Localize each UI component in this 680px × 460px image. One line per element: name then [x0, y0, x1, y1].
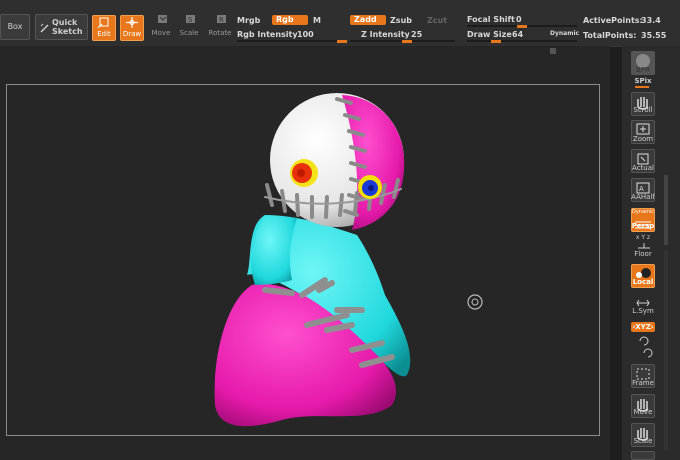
draw-size-label: Draw Size — [467, 30, 512, 39]
lsym-label: L.Sym — [632, 307, 654, 315]
z-intensity-slider[interactable] — [350, 39, 455, 43]
quick-sketch-label: Quick Sketch — [52, 18, 83, 36]
move-tool-label: Move — [151, 29, 171, 37]
persp-dynamic-label: Dynamic — [632, 209, 655, 215]
strip-marker-icon — [550, 48, 556, 54]
draw-icon — [126, 17, 138, 28]
z-intensity-value: 25 — [411, 30, 423, 39]
draw-size-slider[interactable] — [467, 39, 577, 43]
top-toolbar: Box Quick Sketch Edit Draw Move S Scale — [0, 0, 680, 47]
scroll-label: Scroll — [633, 106, 653, 114]
svg-text:R: R — [219, 16, 224, 24]
spix-label: SPix — [634, 77, 652, 85]
rgb-intensity-value: 100 — [297, 30, 314, 39]
persp-label: Persp — [631, 222, 655, 230]
bpr-label: BPR — [636, 66, 650, 74]
move-tool-button[interactable]: Move — [148, 15, 174, 41]
viewport-frame[interactable] — [6, 84, 600, 436]
local-label: Local — [632, 278, 654, 286]
scale-tool-button[interactable]: S Scale — [176, 15, 202, 41]
m-toggle[interactable]: M — [313, 16, 321, 25]
focal-shift-slider[interactable] — [467, 24, 577, 28]
right-shelf: BPR SPix Scroll Zoom Actual A AAHalf Dyn… — [622, 46, 680, 460]
z-intensity-label: Z Intensity — [361, 30, 410, 39]
actual-label: Actual — [632, 164, 654, 172]
frame-label: Frame — [632, 379, 654, 387]
svg-text:A: A — [639, 185, 644, 193]
rotate-tool-button[interactable]: R Rotate — [206, 15, 234, 41]
edit-icon — [97, 17, 109, 29]
edit-button[interactable]: Edit — [92, 15, 116, 41]
rotate-tool-label: Rotate — [208, 29, 232, 37]
rotate-view-button[interactable] — [631, 451, 655, 460]
move-view-label: Move — [633, 408, 653, 416]
scale-icon: S — [186, 15, 195, 24]
zsub-toggle[interactable]: Zsub — [390, 16, 412, 25]
panel-scrollbar[interactable] — [664, 175, 668, 245]
zcut-toggle[interactable]: Zcut — [427, 16, 447, 25]
spix-slider[interactable] — [635, 86, 649, 88]
active-points-label: ActivePoints: — [583, 16, 643, 25]
rgb-intensity-label: Rgb Intensity — [237, 30, 298, 39]
floor-label: Floor — [634, 250, 652, 258]
aahalf-label: AAHalf — [631, 193, 655, 201]
total-points-label: TotalPoints: — [583, 31, 637, 40]
edit-label: Edit — [97, 30, 111, 38]
secondary-strip — [0, 46, 610, 56]
floor-axis-label: x Y z — [635, 234, 651, 241]
y-rotate-icon[interactable] — [637, 336, 649, 346]
scale-view-label: Scale — [633, 437, 653, 445]
xyz-rotation-toggle[interactable]: ‹XYZ› — [631, 322, 655, 332]
draw-size-knob[interactable] — [491, 39, 501, 43]
scale-tool-label: Scale — [179, 29, 199, 37]
box-button[interactable]: Box — [0, 14, 30, 40]
rotate-icon: R — [217, 15, 226, 24]
rgb-intensity-knob[interactable] — [337, 39, 347, 43]
zadd-toggle[interactable]: Zadd — [350, 15, 386, 25]
dynamic-toggle[interactable]: Dynamic — [550, 30, 579, 37]
quick-sketch-button[interactable]: Quick Sketch — [35, 14, 88, 40]
focal-shift-label: Focal Shift — [467, 15, 515, 24]
quick-sketch-icon — [40, 23, 49, 33]
floor-icon[interactable] — [637, 242, 651, 250]
zoom-label: Zoom — [632, 135, 654, 143]
brush-cursor-icon — [467, 294, 483, 310]
mrgb-toggle[interactable]: Mrgb — [237, 16, 260, 25]
model-render[interactable] — [7, 85, 599, 435]
focal-shift-knob[interactable] — [517, 24, 527, 28]
svg-text:S: S — [188, 16, 193, 24]
rgb-toggle[interactable]: Rgb — [272, 15, 308, 25]
active-points-value: 33.4 — [641, 16, 661, 25]
box-label: Box — [7, 22, 23, 31]
z-intensity-knob[interactable] — [402, 39, 412, 43]
z-rotate-icon[interactable] — [641, 348, 653, 358]
draw-label: Draw — [122, 30, 142, 38]
left-eye — [290, 159, 318, 187]
draw-size-value: 64 — [512, 30, 524, 39]
draw-button[interactable]: Draw — [120, 15, 144, 41]
right-eye — [358, 175, 382, 199]
focal-shift-value: 0 — [516, 15, 522, 24]
doll-head — [264, 93, 405, 230]
move-icon — [158, 15, 167, 23]
total-points-value: 35.55 — [641, 31, 667, 40]
rgb-intensity-slider[interactable] — [237, 39, 347, 43]
panel-scroll-track — [664, 250, 668, 450]
